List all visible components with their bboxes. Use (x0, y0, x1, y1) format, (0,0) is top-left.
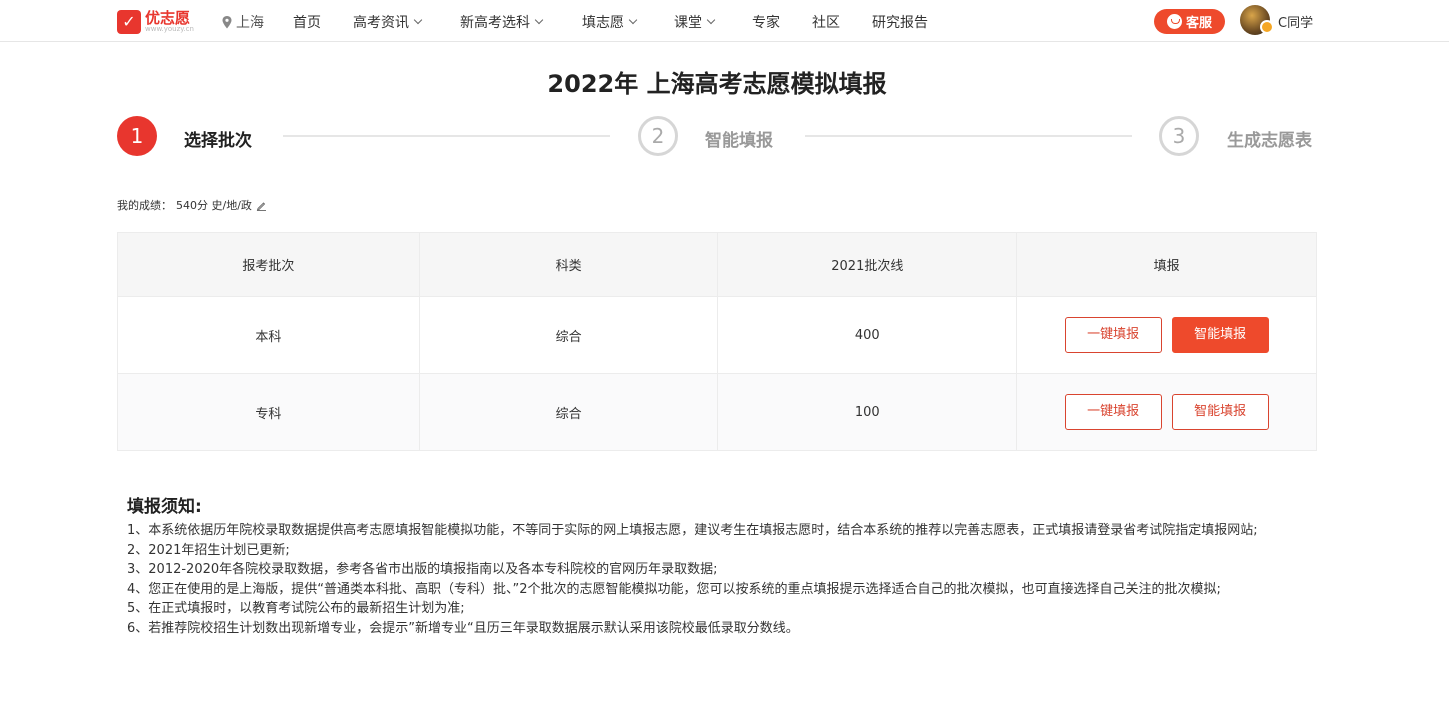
nav-item-label: 首页 (293, 15, 321, 31)
my-score: 我的成绩： 540分 史/地/政 (117, 197, 267, 213)
header-category: 科类 (418, 232, 719, 297)
step-connector (805, 135, 1132, 137)
page-title: 2022年 上海高考志愿模拟填报 (547, 70, 887, 98)
service-chat-icon (1166, 14, 1182, 29)
edit-icon[interactable] (256, 200, 267, 211)
table-header-row: 报考批次 科类 2021批次线 填报 (117, 232, 1317, 297)
nav-item-experts[interactable]: 专家 (752, 12, 780, 32)
cell-category: 综合 (418, 296, 719, 374)
chevron-down-icon (628, 15, 638, 25)
step-number: 2 (651, 124, 665, 148)
step-2-label: 智能填报 (705, 131, 773, 151)
step-3-circle: 3 (1159, 116, 1199, 156)
cell-batch: 本科 (117, 296, 420, 374)
nav-item-classroom[interactable]: 课堂 (674, 12, 716, 32)
top-nav-bar: ✓ 优志愿 www.youzy.cn 上海 首页 高考资讯 新高考选科 填志愿 … (0, 0, 1449, 42)
nav-item-label: 新高考选科 (460, 15, 530, 31)
logo-check-icon: ✓ (117, 9, 141, 34)
nav-item-label: 高考资讯 (353, 15, 409, 31)
vip-badge-icon (1260, 20, 1274, 34)
header-action: 填报 (1016, 232, 1317, 297)
batch-table: 报考批次 科类 2021批次线 填报 本科 综合 400 一键填报 智能填报 专科… (117, 232, 1317, 451)
step-number: 1 (130, 124, 144, 148)
username[interactable]: C同学 (1278, 12, 1313, 31)
logo-subtitle: www.youzy.cn (145, 24, 194, 33)
notes-title: 填报须知: (127, 497, 202, 517)
step-3-label: 生成志愿表 (1227, 131, 1312, 151)
logo-title: 优志愿 (145, 8, 191, 27)
cell-actions: 一键填报 智能填报 (1016, 296, 1317, 374)
logo[interactable]: ✓ 优志愿 www.youzy.cn (117, 9, 194, 34)
step-connector (283, 135, 610, 137)
nav-item-label: 课堂 (674, 15, 702, 31)
header-batch: 报考批次 (117, 232, 420, 297)
note-item: 4、您正在使用的是上海版，提供“普通类本科批、高职（专科）批、”2个批次的志愿智… (127, 581, 1221, 597)
cell-actions: 一键填报 智能填报 (1016, 373, 1317, 451)
step-number: 3 (1172, 124, 1186, 148)
smart-fill-button[interactable]: 智能填报 (1171, 394, 1269, 430)
step-1-circle: 1 (117, 116, 157, 156)
score-label: 我的成绩： (117, 199, 172, 212)
nav-item-reports[interactable]: 研究报告 (872, 12, 928, 32)
location-label: 上海 (236, 15, 264, 31)
note-item: 2、2021年招生计划已更新; (127, 542, 290, 558)
nav-item-news[interactable]: 高考资讯 (353, 12, 423, 32)
header-batch-line: 2021批次线 (717, 232, 1018, 297)
chevron-down-icon (534, 15, 544, 25)
chevron-down-icon (413, 15, 423, 25)
customer-service-button[interactable]: 客服 (1154, 9, 1225, 34)
nav-item-label: 研究报告 (872, 15, 928, 31)
logo-text: 优志愿 www.youzy.cn (145, 8, 194, 33)
service-label: 客服 (1185, 16, 1212, 31)
nav-item-home[interactable]: 首页 (293, 12, 321, 32)
note-item: 6、若推荐院校招生计划数出现新增专业，会提示”新增专业“且历三年录取数据展示默认… (127, 620, 799, 636)
nav-item-label: 社区 (812, 15, 840, 31)
nav-item-subject-selection[interactable]: 新高考选科 (460, 12, 544, 32)
score-value: 540分 史/地/政 (176, 199, 252, 212)
note-item: 1、本系统依据历年院校录取数据提供高考志愿填报智能模拟功能，不等同于实际的网上填… (127, 523, 1258, 538)
cell-category: 综合 (418, 373, 719, 451)
chevron-down-icon (706, 15, 716, 25)
cell-batch: 专科 (117, 373, 420, 451)
table-row: 专科 综合 100 一键填报 智能填报 (117, 373, 1317, 451)
location-selector[interactable]: 上海 (222, 12, 264, 32)
quick-fill-button[interactable]: 一键填报 (1064, 317, 1162, 353)
location-pin-icon (222, 15, 232, 28)
note-item: 3、2012-2020年各院校录取数据，参考各省市出版的填报指南以及各本专科院校… (127, 562, 718, 577)
note-item: 5、在正式填报时，以教育考试院公布的最新招生计划为准; (127, 601, 465, 616)
nav-item-label: 填志愿 (582, 15, 624, 31)
quick-fill-button[interactable]: 一键填报 (1064, 394, 1162, 430)
table-row: 本科 综合 400 一键填报 智能填报 (117, 296, 1317, 374)
smart-fill-button[interactable]: 智能填报 (1171, 317, 1269, 353)
step-1-label: 选择批次 (184, 131, 252, 151)
cell-batch-line: 100 (717, 373, 1018, 451)
notes-list: 1、本系统依据历年院校录取数据提供高考志愿填报智能模拟功能，不等同于实际的网上填… (127, 521, 1312, 638)
nav-item-fill-volunteer[interactable]: 填志愿 (582, 12, 638, 32)
nav-item-label: 专家 (752, 15, 780, 31)
step-2-circle: 2 (638, 116, 678, 156)
cell-batch-line: 400 (717, 296, 1018, 374)
nav-item-community[interactable]: 社区 (812, 12, 840, 32)
